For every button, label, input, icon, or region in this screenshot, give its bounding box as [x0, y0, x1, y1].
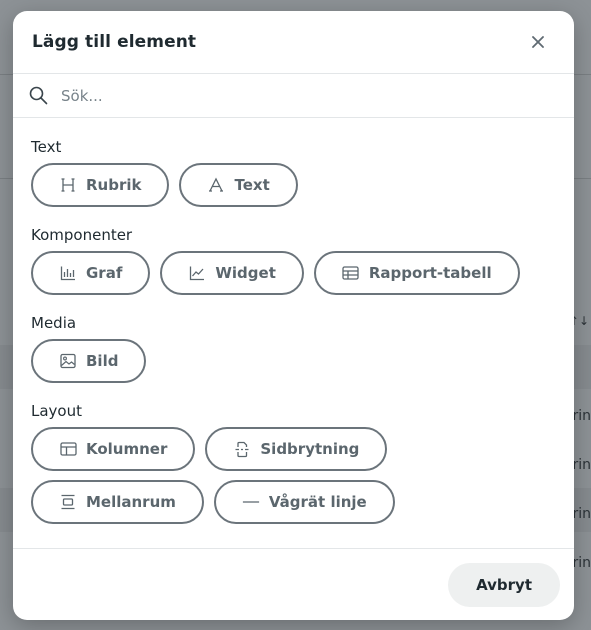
bar-chart-icon [59, 264, 77, 282]
cancel-button[interactable]: Avbryt [448, 562, 560, 607]
close-button[interactable] [526, 30, 550, 54]
heading-icon [59, 176, 77, 194]
chip-label: Sidbrytning [260, 440, 360, 458]
element-sections: Text Rubrik Text Komponenter Graf Widget… [13, 118, 574, 524]
background-cell-text: rin [572, 457, 591, 473]
spacer-icon [59, 493, 77, 511]
chip-label: Widget [215, 264, 276, 282]
table-icon [342, 264, 360, 282]
image-icon [59, 352, 77, 370]
section-title: Layout [31, 402, 82, 420]
chip-label: Vågrät linje [268, 493, 367, 511]
horizontal-line-icon [242, 493, 260, 511]
add-heading-button[interactable]: Rubrik [31, 163, 170, 207]
columns-icon [59, 440, 77, 458]
dialog-header: Lägg till element [13, 11, 574, 74]
add-text-button[interactable]: Text [179, 163, 298, 207]
section-components: Komponenter Graf Widget Rapport-tabell [31, 226, 556, 295]
chip-label: Bild [86, 352, 119, 370]
add-report-table-button[interactable]: Rapport-tabell [313, 251, 520, 295]
chip-label: Kolumner [86, 440, 168, 458]
section-title: Media [31, 314, 77, 332]
section-layout: Layout Kolumner Sidbrytning Mellanrum Vå… [31, 402, 556, 524]
background-cell-text: rin [572, 506, 591, 522]
search-bar [13, 74, 574, 118]
chip-label: Graf [86, 264, 123, 282]
chip-label: Rapport-tabell [368, 264, 492, 282]
search-icon [28, 86, 48, 106]
page-break-icon [233, 440, 251, 458]
chip-label: Mellanrum [86, 493, 176, 511]
section-media: Media Bild [31, 314, 556, 383]
line-chart-icon [188, 264, 206, 282]
section-title: Text [31, 138, 62, 156]
add-image-button[interactable]: Bild [31, 339, 147, 383]
add-page-break-button[interactable]: Sidbrytning [205, 427, 388, 471]
background-cell-text: rin [572, 555, 591, 571]
text-icon [207, 176, 225, 194]
dialog-title: Lägg till element [32, 32, 197, 52]
add-columns-button[interactable]: Kolumner [31, 427, 196, 471]
search-input[interactable] [61, 86, 541, 105]
chip-label: Rubrik [86, 176, 142, 194]
add-element-dialog: Lägg till element Text Rubrik [13, 11, 574, 620]
section-text: Text Rubrik Text [31, 138, 556, 207]
section-title: Komponenter [31, 226, 133, 244]
add-horizontal-line-button[interactable]: Vågrät linje [213, 480, 395, 524]
close-icon [532, 36, 544, 48]
background-cell-text: rin [572, 408, 591, 424]
add-widget-button[interactable]: Widget [160, 251, 304, 295]
chip-label: Text [234, 176, 270, 194]
dialog-footer: Avbryt [13, 548, 574, 620]
add-chart-button[interactable]: Graf [31, 251, 151, 295]
add-spacer-button[interactable]: Mellanrum [31, 480, 204, 524]
